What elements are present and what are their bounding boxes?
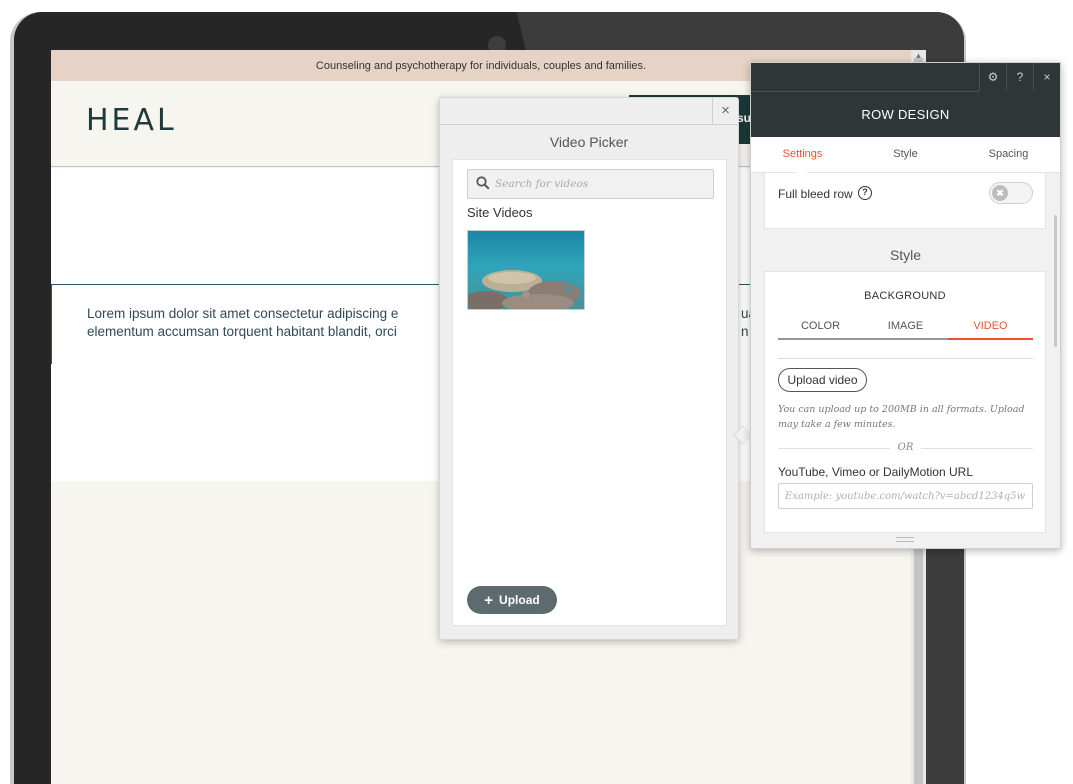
or-text: OR xyxy=(897,442,914,453)
video-url-label: YouTube, Vimeo or DailyMotion URL xyxy=(778,465,973,479)
divider xyxy=(778,358,1033,359)
full-bleed-toggle[interactable]: ✖ xyxy=(989,182,1033,204)
full-bleed-card: Full bleed row ? ✖ xyxy=(764,173,1046,229)
plus-icon: + xyxy=(484,591,494,609)
upload-button[interactable]: + Upload xyxy=(467,586,557,614)
tab-style[interactable]: Style xyxy=(854,137,957,172)
bg-tab-image[interactable]: IMAGE xyxy=(863,314,948,338)
upload-note: You can upload up to 200MB in all format… xyxy=(778,404,1025,430)
question-circle-icon[interactable]: ? xyxy=(858,186,872,200)
style-heading: Style xyxy=(889,247,922,263)
panel-header-icons: ⚙ ? × xyxy=(979,63,1060,91)
resize-grip-icon[interactable] xyxy=(896,537,914,542)
stage: Counseling and psychotherapy for individ… xyxy=(0,0,1073,784)
video-picker-topbar: × xyxy=(440,98,738,125)
background-label: BACKGROUND xyxy=(864,290,946,302)
upload-video-button[interactable]: Upload video xyxy=(778,368,867,392)
video-picker-title: Video Picker xyxy=(549,134,629,150)
tab-spacing[interactable]: Spacing xyxy=(957,137,1060,172)
video-thumbnail[interactable] xyxy=(467,230,585,310)
coral-reef-image xyxy=(468,231,584,309)
row-design-panel: ⚙ ? × ROW DESIGN Settings Style Spacing … xyxy=(750,62,1061,549)
site-videos-label: Site Videos xyxy=(467,205,533,220)
row-design-header: ⚙ ? × ROW DESIGN xyxy=(751,63,1060,137)
video-picker-dialog: × Video Picker Site Videos xyxy=(439,97,739,640)
search-icon xyxy=(476,176,490,190)
panel-tabs: Settings Style Spacing xyxy=(751,137,1060,173)
full-bleed-label: Full bleed row xyxy=(778,187,853,201)
banner-text: Counseling and psychotherapy for individ… xyxy=(315,59,647,72)
header-divider xyxy=(751,91,979,92)
video-search-input[interactable] xyxy=(495,170,710,198)
panel-scrollbar-thumb[interactable] xyxy=(1054,215,1057,347)
panel-title: ROW DESIGN xyxy=(861,107,950,122)
or-separator: OR xyxy=(778,442,1033,454)
tab-settings[interactable]: Settings xyxy=(751,137,854,172)
toggle-off-icon: ✖ xyxy=(992,185,1008,201)
panel-close-icon[interactable]: × xyxy=(1033,63,1060,91)
help-icon[interactable]: ? xyxy=(1006,63,1033,91)
settings-gear-icon[interactable]: ⚙ xyxy=(979,63,1006,91)
bg-tab-video[interactable]: VIDEO xyxy=(948,314,1033,340)
video-picker-body: Site Videos xyxy=(452,159,727,626)
upload-button-label: Upload xyxy=(499,593,540,607)
site-logo[interactable]: HEAL xyxy=(86,103,177,138)
video-search-box[interactable] xyxy=(467,169,714,199)
header-cta-label: su xyxy=(737,111,752,125)
close-icon[interactable]: × xyxy=(712,98,738,125)
background-card: BACKGROUND COLOR IMAGE VIDEO Upload vide… xyxy=(764,271,1046,533)
background-tabs: COLOR IMAGE VIDEO xyxy=(778,314,1033,340)
video-url-input[interactable] xyxy=(778,483,1033,509)
scroll-up-icon[interactable]: ▲ xyxy=(913,52,924,60)
bg-tab-color[interactable]: COLOR xyxy=(778,314,863,338)
